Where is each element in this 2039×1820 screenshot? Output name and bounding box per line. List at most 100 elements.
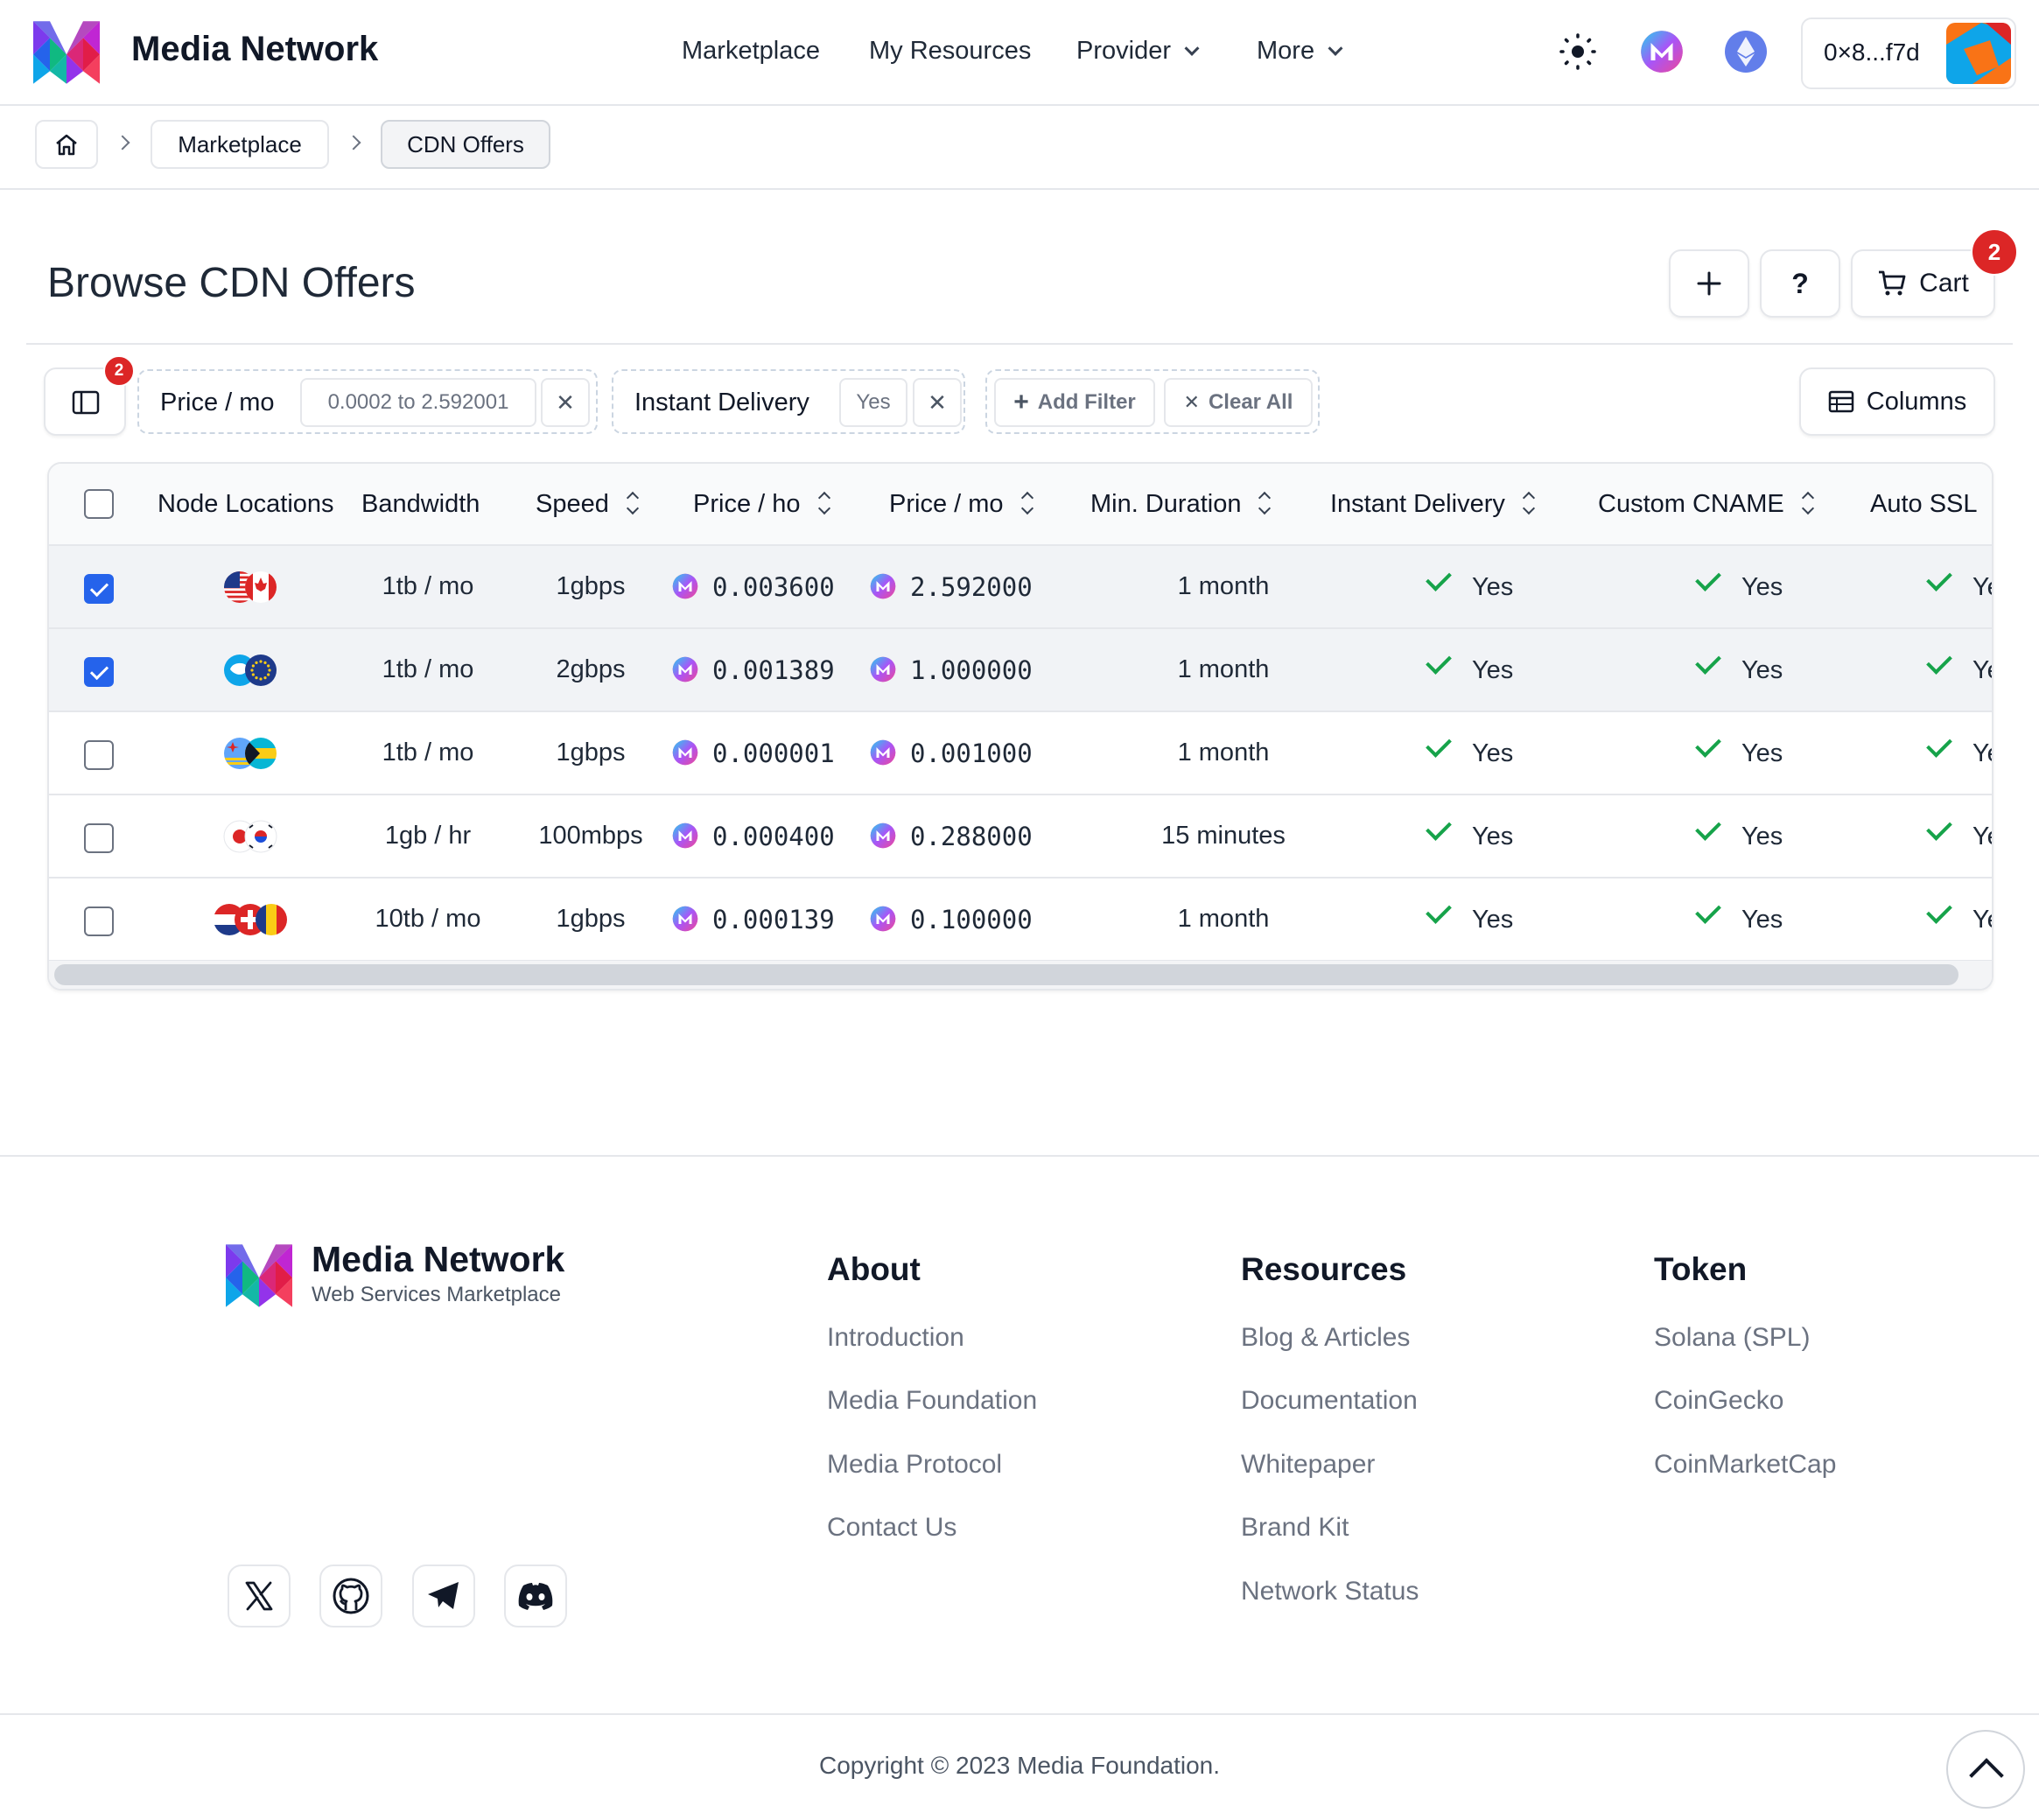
column-auto-ssl: Auto SSL: [1870, 490, 1978, 518]
row-select-checkbox[interactable]: [84, 906, 114, 936]
table-row[interactable]: 1tb / mo 1gbps 0.003600 2.592000 1 month Yes Y…: [49, 546, 1992, 629]
x-icon: [245, 1581, 273, 1611]
media-token-icon: [672, 739, 698, 766]
flag-bs-icon: [245, 738, 277, 769]
cell-price-mo: 2.592000: [870, 572, 1062, 602]
cart-count-badge: 2: [1971, 228, 2018, 276]
plus-icon: [1697, 271, 1721, 296]
breadcrumb: Marketplace CDN Offers: [0, 106, 2039, 190]
cell-bandwidth: 1tb / mo: [382, 655, 474, 683]
add-filter-button[interactable]: + Add Filter: [994, 378, 1155, 427]
row-select-checkbox[interactable]: [84, 740, 114, 770]
sort-icon: [1021, 492, 1034, 514]
columns-button[interactable]: Columns: [1799, 368, 1995, 436]
divider: [0, 1713, 2039, 1715]
theme-toggle-icon[interactable]: [1556, 30, 1600, 74]
footer-link[interactable]: CoinMarketCap: [1654, 1450, 1836, 1480]
column-min-duration[interactable]: Min. Duration: [1090, 490, 1271, 519]
custom-cname-value: Yes: [1741, 739, 1783, 767]
footer-link[interactable]: Brand Kit: [1241, 1513, 1349, 1543]
media-network-logo-icon: [226, 1244, 292, 1307]
footer-link[interactable]: Media Foundation: [827, 1386, 1037, 1416]
sidebar-panel-icon: [72, 390, 100, 415]
table-row[interactable]: 1gb / hr 100mbps 0.000400 0.288000 15 minute…: [49, 795, 1992, 878]
price-ho-value: 0.003600: [712, 572, 835, 602]
row-select-checkbox[interactable]: [84, 657, 114, 687]
price-ho-value: 0.000001: [712, 738, 835, 768]
table-row[interactable]: 1tb / mo 2gbps 0.001389 1.000000 1 month Yes Y…: [49, 629, 1992, 712]
nav-my-resources[interactable]: My Resources: [869, 37, 1031, 66]
help-button[interactable]: ?: [1760, 249, 1840, 318]
remove-filter-button[interactable]: ✕: [913, 378, 962, 427]
discord-social-button[interactable]: [504, 1564, 567, 1628]
x-social-button[interactable]: [228, 1564, 291, 1628]
row-select-checkbox[interactable]: [84, 823, 114, 853]
table-header: Node Locations Bandwidth Speed Price / h…: [49, 464, 1992, 546]
cell-speed: 2gbps: [556, 655, 626, 683]
check-icon: [1926, 565, 1952, 592]
cell-bandwidth: 1gb / hr: [384, 822, 472, 850]
cell-speed: 1gbps: [556, 738, 626, 766]
check-icon: [1926, 648, 1952, 675]
github-social-button[interactable]: [319, 1564, 382, 1628]
wallet-button[interactable]: 0×8...f7d: [1801, 18, 2016, 89]
table-columns-icon: [1828, 390, 1854, 413]
scroll-to-top-button[interactable]: [1946, 1730, 2025, 1809]
auto-ssl-value: Yes: [1972, 822, 1992, 850]
footer-link[interactable]: Blog & Articles: [1241, 1323, 1410, 1353]
add-offer-button[interactable]: [1669, 249, 1749, 318]
price-mo-value: 1.000000: [910, 655, 1033, 685]
column-instant-delivery[interactable]: Instant Delivery: [1330, 490, 1535, 519]
remove-filter-button[interactable]: ✕: [541, 378, 590, 427]
breadcrumb-cdn-offers[interactable]: CDN Offers: [381, 120, 550, 169]
table-row[interactable]: 1tb / mo 1gbps 0.000001 0.001000 1 month Yes Y…: [49, 712, 1992, 795]
nav-more[interactable]: More: [1257, 37, 1343, 66]
add-filter-label: Add Filter: [1037, 390, 1136, 414]
media-token-icon[interactable]: [1640, 30, 1684, 74]
custom-cname-value: Yes: [1741, 822, 1783, 850]
horizontal-scrollbar[interactable]: [54, 964, 1958, 985]
instant-delivery-value: Yes: [1472, 573, 1514, 601]
footer-link[interactable]: Introduction: [827, 1323, 964, 1353]
footer-link[interactable]: CoinGecko: [1654, 1386, 1783, 1416]
select-all-checkbox[interactable]: [84, 489, 114, 519]
media-token-icon: [672, 656, 698, 682]
table-row[interactable]: 10tb / mo 1gbps 0.000139 0.100000 1 month Yes…: [49, 878, 1992, 962]
telegram-social-button[interactable]: [412, 1564, 475, 1628]
footer-link[interactable]: Network Status: [1241, 1577, 1419, 1606]
cell-min-duration: 1 month: [1177, 572, 1270, 600]
footer-link[interactable]: Contact Us: [827, 1513, 956, 1543]
cell-instant-delivery: Yes: [1426, 565, 1554, 602]
cell-auto-ssl: Yes: [1926, 815, 1992, 851]
nav-marketplace[interactable]: Marketplace: [682, 37, 820, 66]
filter-value-chip[interactable]: 0.0002 to 2.592001: [300, 378, 536, 427]
footer-link[interactable]: Documentation: [1241, 1386, 1418, 1416]
breadcrumb-home[interactable]: [35, 120, 98, 169]
ethereum-icon[interactable]: [1724, 30, 1768, 74]
media-network-logo-icon[interactable]: [33, 21, 100, 84]
breadcrumb-marketplace[interactable]: Marketplace: [151, 120, 329, 169]
home-icon: [56, 134, 77, 156]
filter-instant-delivery: Instant Delivery Yes ✕: [612, 369, 965, 434]
brand-name[interactable]: Media Network: [131, 30, 378, 69]
filter-value-chip[interactable]: Yes: [839, 378, 907, 427]
media-token-icon: [870, 573, 896, 599]
nav-provider[interactable]: Provider: [1076, 37, 1200, 66]
cell-custom-cname: Yes: [1695, 732, 1824, 768]
column-speed[interactable]: Speed: [536, 490, 639, 519]
footer-link[interactable]: Media Protocol: [827, 1450, 1002, 1480]
node-location-flags: [224, 654, 277, 686]
footer-link[interactable]: Whitepaper: [1241, 1450, 1375, 1480]
check-icon: [1426, 732, 1452, 758]
column-price-mo[interactable]: Price / mo: [889, 490, 1034, 519]
column-label: Instant Delivery: [1330, 490, 1505, 518]
column-price-ho[interactable]: Price / ho: [693, 490, 830, 519]
column-custom-cname[interactable]: Custom CNAME: [1598, 490, 1814, 519]
clear-all-button[interactable]: ✕ Clear All: [1164, 378, 1313, 427]
node-location-flags: [223, 820, 277, 853]
chevron-down-icon: [1184, 40, 1200, 56]
row-select-checkbox[interactable]: [84, 574, 114, 604]
footer-link[interactable]: Solana (SPL): [1654, 1323, 1810, 1353]
column-label: Speed: [536, 490, 609, 518]
media-token-icon: [672, 822, 698, 849]
